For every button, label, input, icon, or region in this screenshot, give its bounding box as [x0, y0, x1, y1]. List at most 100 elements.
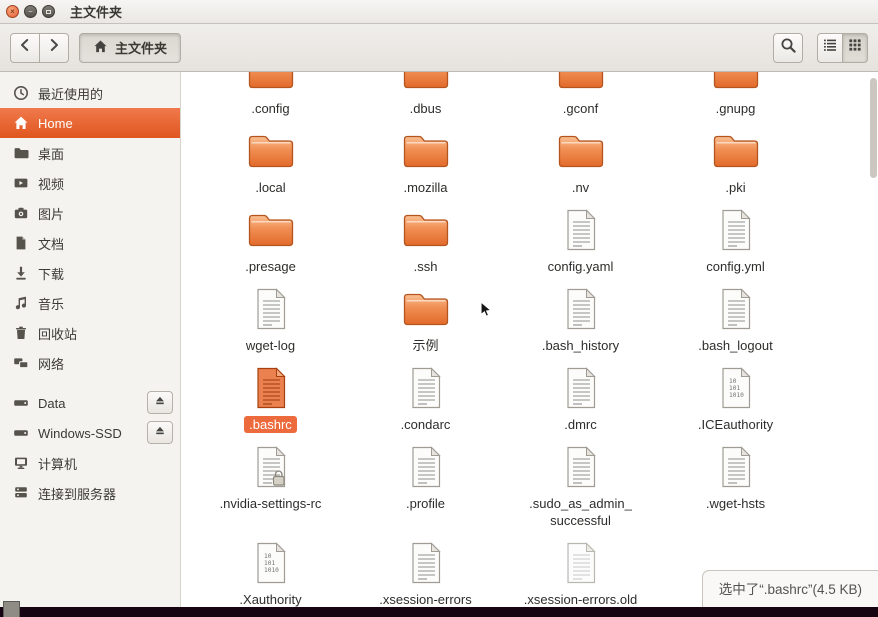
file-item[interactable]: .config — [193, 72, 348, 117]
file-item[interactable]: wget-log — [193, 281, 348, 354]
file-item[interactable]: .nv — [503, 123, 658, 196]
mouse-cursor-icon — [479, 300, 494, 324]
text-file-icon — [563, 439, 599, 495]
file-item[interactable]: .pki — [658, 123, 813, 196]
vertical-scrollbar[interactable] — [869, 74, 877, 605]
drive-icon — [13, 395, 38, 411]
file-item[interactable]: 10 101 1010 .Xauthority — [193, 535, 348, 607]
folder-icon — [247, 202, 295, 258]
sidebar-item-trash[interactable]: 回收站 — [0, 318, 180, 348]
file-item[interactable]: .bash_logout — [658, 281, 813, 354]
home-icon — [13, 115, 38, 131]
sidebar-item-recent[interactable]: 最近使用的 — [0, 78, 180, 108]
file-item[interactable]: .gconf — [503, 72, 658, 117]
file-name-label: .bash_logout — [698, 338, 773, 353]
eject-icon — [154, 425, 166, 440]
file-item[interactable]: .nvidia-settings-rc — [193, 439, 348, 529]
file-item[interactable]: .local — [193, 123, 348, 196]
svg-text:1010: 1010 — [264, 567, 279, 574]
sidebar-item-label: 音乐 — [38, 296, 65, 312]
file-grid-row: .bashrc .condarc .dmrc 10 101 1010 .ICEaut… — [193, 360, 878, 439]
file-item[interactable]: config.yml — [658, 202, 813, 275]
file-item[interactable]: .bash_history — [503, 281, 658, 354]
file-item[interactable]: .xsession-errors — [348, 535, 503, 607]
back-button[interactable] — [10, 32, 40, 63]
view-toggle-group — [817, 32, 868, 63]
file-item[interactable]: .xsession-errors.old — [503, 535, 658, 607]
file-name-label: .wget-hsts — [705, 496, 766, 511]
sidebar-item-windows-ssd[interactable]: Windows-SSD — [0, 418, 180, 448]
file-item[interactable]: .bashrc — [193, 360, 348, 433]
sidebar-item-data[interactable]: Data — [0, 388, 180, 418]
sidebar-item-label: 网络 — [38, 356, 65, 372]
path-button-home[interactable]: 主文件夹 — [79, 32, 182, 63]
file-name-label: .mozilla — [403, 180, 448, 195]
file-item[interactable]: .mozilla — [348, 123, 503, 196]
file-item[interactable]: .gnupg — [658, 72, 813, 117]
sidebar-item-network[interactable]: 网络 — [0, 348, 180, 378]
drive-icon — [13, 425, 38, 441]
text-file-icon — [253, 281, 289, 337]
chevron-right-icon — [46, 37, 62, 58]
sidebar-item-desktop[interactable]: 桌面 — [0, 138, 180, 168]
forward-button[interactable] — [39, 32, 69, 63]
server-icon — [13, 485, 38, 501]
sidebar-item-label: 文档 — [38, 236, 65, 252]
svg-text:10: 10 — [264, 553, 272, 560]
file-item[interactable]: .profile — [348, 439, 503, 529]
content-area: 最近使用的 Home 桌面视频 图片文档下载音乐回收站网络 Data Windows-SS… — [0, 72, 878, 607]
grid-view-icon — [847, 37, 863, 58]
file-item[interactable]: 示例 — [348, 281, 503, 354]
file-name-label: 示例 — [412, 338, 439, 353]
search-icon — [780, 37, 797, 59]
sidebar-item-music[interactable]: 音乐 — [0, 288, 180, 318]
file-item[interactable]: .ssh — [348, 202, 503, 275]
folder-icon — [402, 281, 492, 337]
file-item[interactable]: .condarc — [348, 360, 503, 433]
text-file-icon — [563, 360, 599, 416]
text-file-icon — [253, 360, 289, 416]
file-name-label: .sudo_as_admin_ successful — [529, 496, 632, 528]
minimize-button[interactable]: − — [24, 5, 37, 18]
eject-button[interactable] — [147, 421, 173, 444]
file-item[interactable]: .sudo_as_admin_ successful — [503, 439, 658, 529]
sidebar-item-label: Data — [38, 395, 66, 411]
file-item[interactable]: config.yaml — [503, 202, 658, 275]
file-name-label: .ssh — [413, 259, 438, 274]
grid-view-button[interactable] — [842, 32, 868, 63]
desktop-fragment — [3, 601, 20, 617]
sidebar-item-documents[interactable]: 文档 — [0, 228, 180, 258]
eject-button[interactable] — [147, 391, 173, 414]
sidebar-item-downloads[interactable]: 下载 — [0, 258, 180, 288]
svg-text:101: 101 — [729, 385, 740, 392]
sidebar-item-label: 桌面 — [38, 146, 65, 162]
svg-text:1010: 1010 — [729, 392, 744, 399]
sidebar-item-server[interactable]: 连接到服务器 — [0, 478, 180, 508]
file-item[interactable]: .presage — [193, 202, 348, 275]
nav-button-group — [10, 32, 69, 63]
file-item[interactable]: .dmrc — [503, 360, 658, 433]
list-view-button[interactable] — [817, 32, 843, 63]
sidebar-item-home[interactable]: Home — [0, 108, 180, 138]
folder-icon — [557, 123, 605, 179]
text-file-icon — [408, 535, 444, 591]
scrollbar-thumb[interactable] — [870, 78, 877, 178]
sidebar-item-computer[interactable]: 计算机 — [0, 448, 180, 478]
file-item[interactable]: .wget-hsts — [658, 439, 813, 529]
folder-icon — [13, 145, 38, 161]
search-button[interactable] — [773, 32, 803, 63]
folder-icon — [402, 123, 450, 179]
file-grid-row: wget-log 示例 .bash_history .bash_logout — [193, 281, 878, 360]
window-title: 主文件夹 — [70, 5, 123, 20]
file-item[interactable]: .dbus — [348, 72, 503, 117]
sidebar-item-pictures[interactable]: 图片 — [0, 198, 180, 228]
status-bar: 选中了“.bashrc”(4.5 KB) — [701, 570, 878, 607]
file-name-label: .condarc — [400, 417, 451, 432]
folder-icon — [247, 123, 295, 179]
close-button[interactable]: × — [6, 5, 19, 18]
maximize-button[interactable] — [42, 5, 55, 18]
file-item[interactable]: 10 101 1010 .ICEauthority — [658, 360, 813, 433]
home-icon — [93, 39, 108, 57]
sidebar-item-videos[interactable]: 视频 — [0, 168, 180, 198]
desktop-strip — [0, 601, 878, 617]
